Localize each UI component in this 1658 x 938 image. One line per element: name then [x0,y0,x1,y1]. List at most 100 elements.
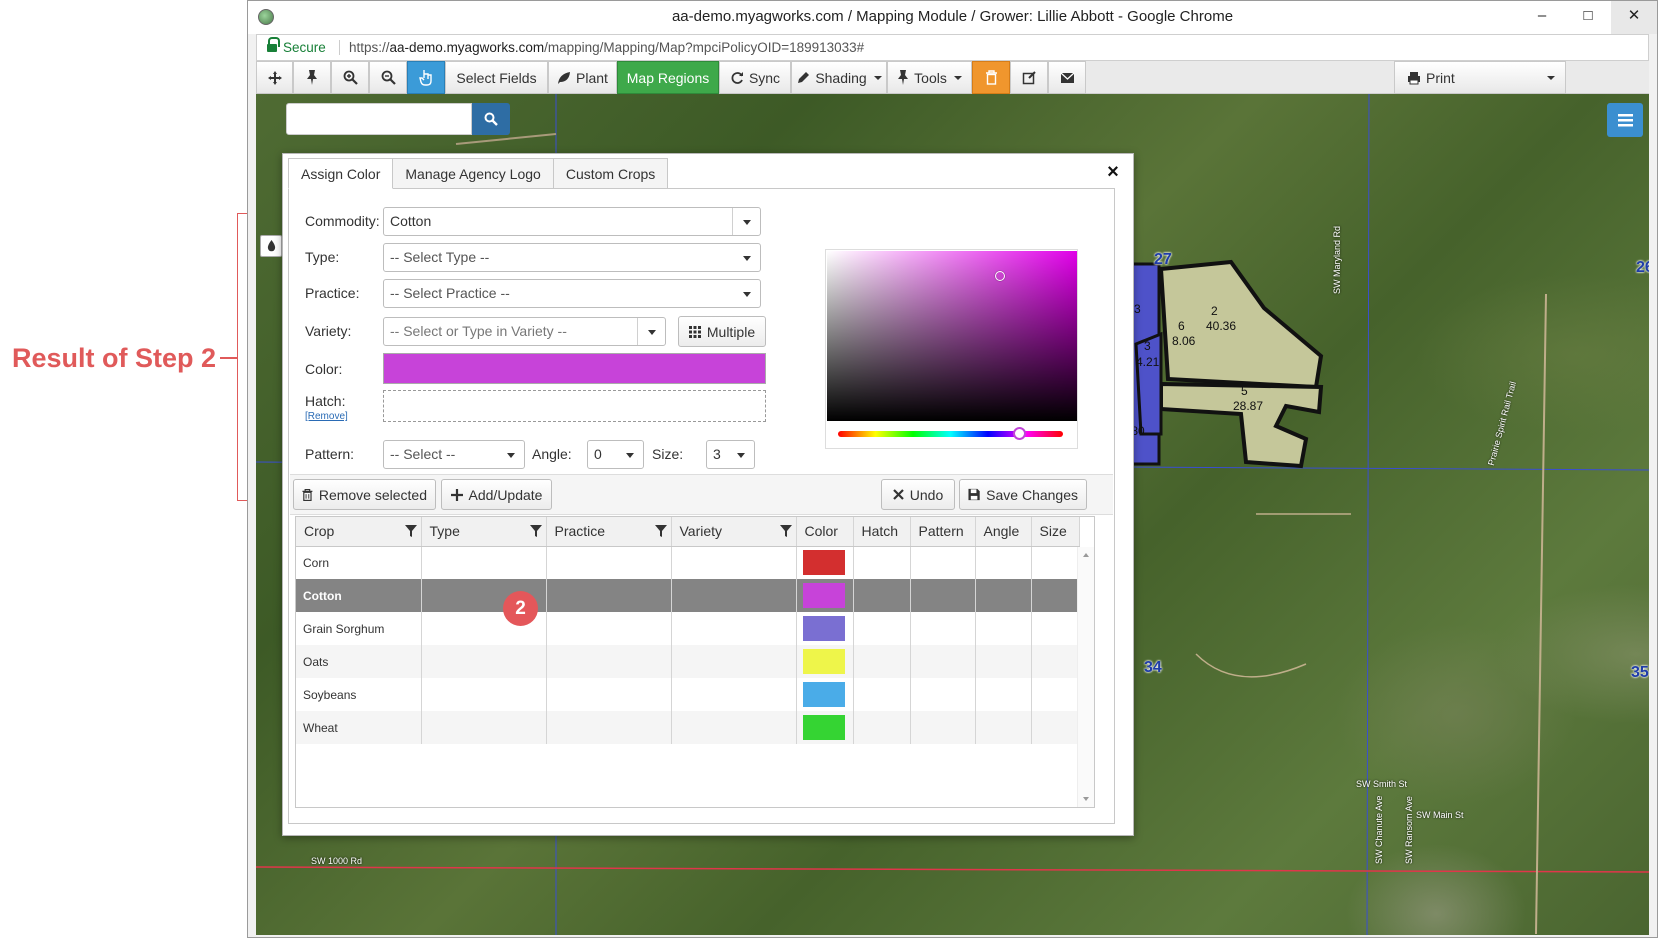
color-swatch [802,616,845,641]
map-layer-button[interactable] [260,235,282,257]
table-row[interactable]: Wheat [296,711,1080,744]
size-cell [1031,612,1080,645]
crop-cell: Grain Sorghum [296,612,422,645]
remove-selected-button[interactable]: Remove selected [293,479,436,510]
grid-scrollbar[interactable] [1077,547,1094,807]
column-header-practice[interactable]: Practice [546,517,672,547]
map-menu-button[interactable] [1607,103,1643,137]
plant-button[interactable]: Plant [548,61,617,94]
type-cell [421,546,547,579]
color-picker[interactable] [825,249,1078,449]
remove-hatch-link[interactable]: [Remove] [305,411,348,422]
table-row[interactable]: Soybeans [296,678,1080,711]
variety-label: Variety: [305,323,352,339]
table-row-selected[interactable]: Cotton [296,579,1080,612]
column-header-crop[interactable]: Crop [296,517,422,547]
maximize-button[interactable]: □ [1565,1,1611,34]
field-label: 4.21 [1136,355,1160,369]
hue-slider[interactable] [838,427,1063,440]
filter-icon[interactable] [404,525,417,537]
pattern-select[interactable]: -- Select -- [383,440,525,469]
pattern-label: Pattern: [305,446,355,462]
hatch-input[interactable] [383,390,766,422]
address-bar[interactable]: Secure https://aa-demo.myagworks.com/map… [256,34,1649,61]
zoom-in-button[interactable] [331,61,369,94]
tab-assign-color[interactable]: Assign Color [288,158,394,189]
pin-button[interactable] [293,61,331,94]
field-label: 2 [1211,304,1218,318]
table-row[interactable]: Oats [296,645,1080,678]
color-swatch-input[interactable] [383,353,766,384]
grid-icon [688,325,701,338]
tab-manage-agency-logo[interactable]: Manage Agency Logo [392,158,554,189]
saturation-value-area[interactable] [827,251,1077,421]
column-header-pattern[interactable]: Pattern [910,517,976,547]
hatch-cell [853,678,911,711]
pan-button[interactable] [256,61,293,94]
droplet-icon [267,240,275,252]
filter-icon[interactable] [654,525,667,537]
crop-cell: Cotton [296,579,422,612]
angle-select[interactable]: 0 [587,440,644,469]
zoom-out-button[interactable] [369,61,407,94]
field-label: 8.06 [1172,334,1196,348]
chevron-down-icon [1547,76,1555,80]
multiple-button[interactable]: Multiple [678,316,766,347]
type-value: -- Select Type -- [390,249,490,265]
hue-slider-knob[interactable] [1013,427,1026,440]
shading-dropdown[interactable]: Shading [791,61,887,94]
select-fields-button[interactable]: Select Fields [445,61,548,94]
print-dropdown[interactable]: Print [1394,61,1566,94]
field-label: 5 [1241,384,1248,398]
filter-icon[interactable] [529,525,542,537]
column-header-angle[interactable]: Angle [975,517,1032,547]
practice-select[interactable]: -- Select Practice -- [383,279,761,308]
table-row[interactable]: Grain Sorghum [296,612,1080,645]
delete-button[interactable] [972,61,1010,94]
column-header-hatch[interactable]: Hatch [853,517,911,547]
hamburger-icon [1617,113,1633,126]
size-select[interactable]: 3 [706,440,755,469]
close-dialog-button[interactable]: × [1105,162,1121,182]
trash-icon [302,488,313,501]
column-header-type[interactable]: Type [421,517,547,547]
close-window-button[interactable]: ✕ [1611,1,1657,34]
select-tool-button[interactable] [407,61,445,94]
scroll-up-arrow-icon[interactable] [1083,553,1089,557]
url-host: aa-demo.myagworks.com [389,40,545,55]
undo-button[interactable]: Undo [881,479,955,510]
save-changes-button[interactable]: Save Changes [959,479,1087,510]
size-cell [1031,579,1080,612]
scroll-down-arrow-icon[interactable] [1083,797,1089,801]
edit-button[interactable] [1010,61,1048,94]
column-header-size[interactable]: Size [1031,517,1080,547]
type-select[interactable]: -- Select Type -- [383,243,761,272]
map-regions-button[interactable]: Map Regions [617,61,719,94]
url-text[interactable]: https://aa-demo.myagworks.com/mapping/Ma… [349,35,864,60]
color-picker-handle[interactable] [995,271,1005,281]
column-header-color[interactable]: Color [796,517,854,547]
sync-button[interactable]: Sync [719,61,791,94]
add-update-label: Add/Update [468,486,543,503]
print-label: Print [1426,69,1455,86]
color-cell [796,645,854,678]
column-header-variety[interactable]: Variety [671,517,797,547]
chevron-down-icon [626,453,634,458]
tab-custom-crops[interactable]: Custom Crops [552,158,669,189]
table-row[interactable]: Corn [296,546,1080,579]
email-button[interactable] [1048,61,1086,94]
color-swatch [802,649,845,674]
crop-cell: Wheat [296,711,422,744]
commodity-select[interactable]: Cotton [383,207,761,236]
map-search-button[interactable] [472,103,510,135]
minimize-button[interactable]: – [1519,1,1565,34]
add-update-button[interactable]: Add/Update [441,479,552,510]
variety-cell [671,612,797,645]
filter-icon[interactable] [779,525,792,537]
map-search-input[interactable] [286,103,472,135]
crop-color-grid: Crop Type Practice Variety Color Hatch P… [295,516,1095,808]
variety-combobox[interactable]: -- Select or Type in Variety -- [383,317,666,346]
tools-dropdown[interactable]: Tools [887,61,972,94]
chevron-down-icon [743,292,751,297]
assign-color-dialog: Assign Color Manage Agency Logo Custom C… [282,153,1134,836]
